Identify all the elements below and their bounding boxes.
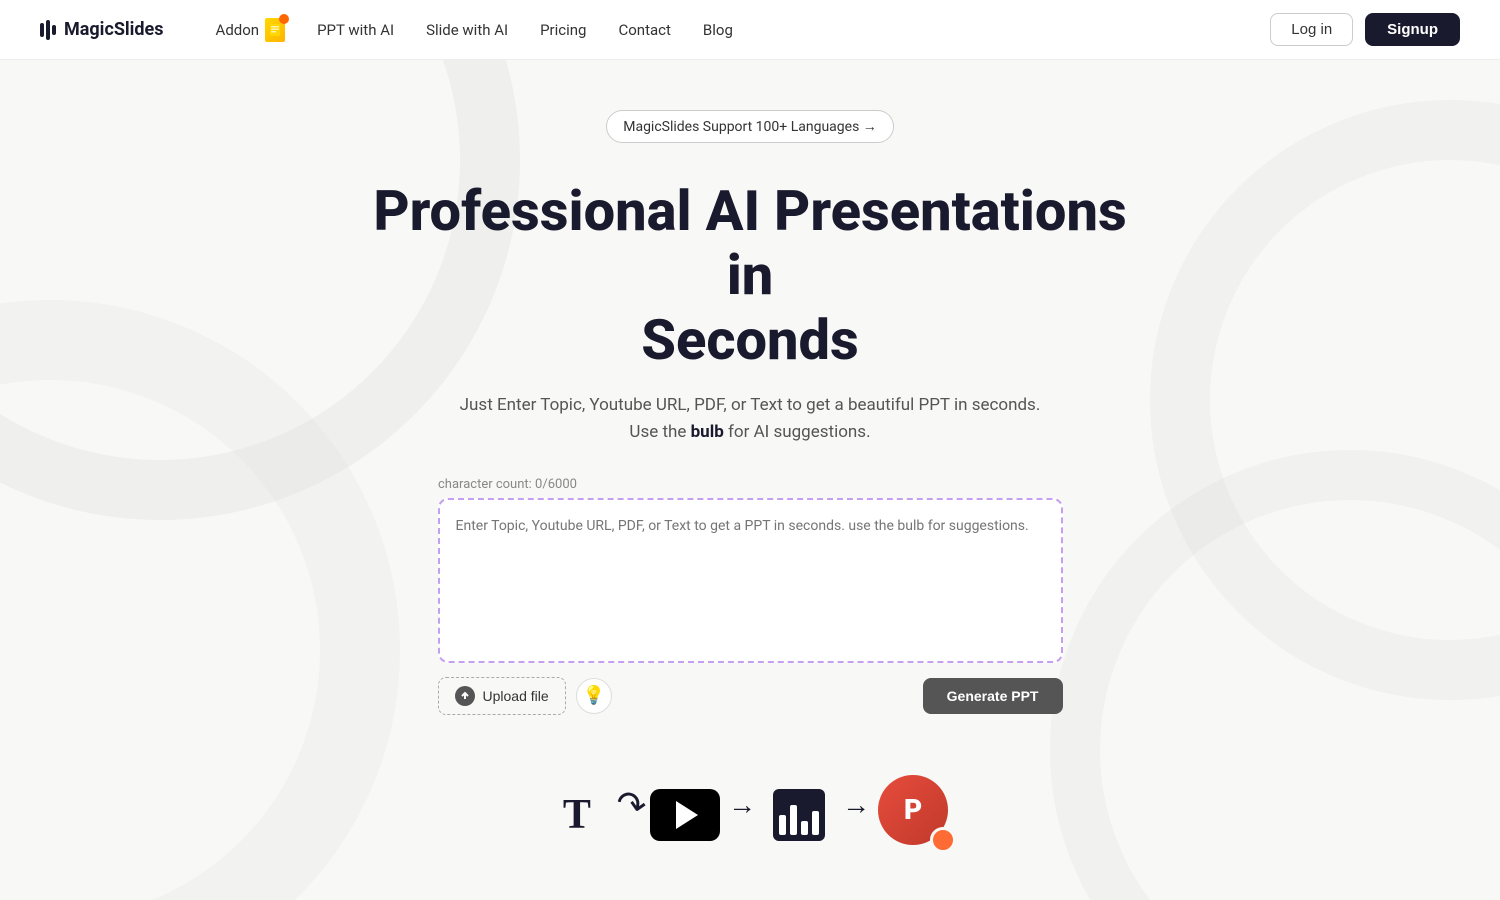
flow-ppt-item: P: [878, 775, 958, 855]
nav-slide-ai[interactable]: Slide with AI: [414, 15, 520, 45]
addon-label: Addon: [216, 21, 260, 39]
nav-blog[interactable]: Blog: [691, 15, 745, 45]
nav-ppt-ai[interactable]: PPT with AI: [305, 15, 406, 45]
text-icon: T: [542, 780, 612, 850]
char-count-label: character count: 0/6000: [438, 477, 577, 492]
topic-input[interactable]: [438, 498, 1063, 663]
slides-bar-4: [812, 811, 819, 835]
ppt-dot: [930, 827, 956, 853]
signup-button[interactable]: Signup: [1365, 13, 1460, 46]
nav-addon[interactable]: Addon: [204, 12, 298, 48]
youtube-icon: [650, 789, 720, 841]
slides-bar-1: [779, 815, 786, 835]
slides-bars-icon: [773, 789, 825, 841]
badge-text: MagicSlides Support 100+ Languages →: [623, 118, 877, 135]
nav-contact[interactable]: Contact: [606, 15, 682, 45]
brand-name: MagicSlides: [64, 19, 164, 40]
play-triangle: [676, 801, 698, 829]
logo-link[interactable]: MagicSlides: [40, 19, 164, 40]
input-toolbar: Upload file 💡 Generate PPT: [438, 677, 1063, 715]
logo-bar-3: [52, 25, 56, 35]
flow-diagram: T ↷ → →: [350, 775, 1150, 855]
doc-icon: [270, 24, 280, 36]
nav-right: Log in Signup: [1270, 13, 1460, 46]
main-content: MagicSlides Support 100+ Languages → Pro…: [0, 60, 1500, 895]
flow-text-item: T: [542, 780, 612, 850]
language-badge[interactable]: MagicSlides Support 100+ Languages →: [606, 110, 894, 143]
addon-icon: [265, 18, 285, 42]
slides-bar-3: [801, 821, 808, 835]
slides-bar-2: [790, 805, 797, 835]
arrow-right-1: →: [728, 791, 756, 819]
logo-bar-1: [40, 23, 44, 37]
input-container: [438, 498, 1063, 667]
nav-pricing[interactable]: Pricing: [528, 15, 598, 45]
hero-title: Professional AI Presentations in Seconds: [360, 179, 1140, 372]
logo-icon: [40, 20, 56, 40]
hero-subtitle: Just Enter Topic, Youtube URL, PDF, or T…: [450, 392, 1050, 446]
nav-links: Addon PPT with AI Slide with AI Pricing: [204, 12, 745, 48]
generate-button[interactable]: Generate PPT: [923, 678, 1063, 714]
upload-icon: [455, 686, 475, 706]
upload-button[interactable]: Upload file: [438, 677, 566, 715]
login-button[interactable]: Log in: [1270, 13, 1353, 46]
curved-arrow-1: ↷: [612, 781, 649, 828]
toolbar-left: Upload file 💡: [438, 677, 612, 715]
arrow-right-2: →: [842, 791, 870, 819]
ppt-icon: P: [878, 775, 958, 855]
logo-bar-2: [46, 20, 50, 40]
bulb-button[interactable]: 💡: [576, 678, 612, 714]
flow-youtube-item: [650, 789, 720, 841]
flow-slides-item: [764, 780, 834, 850]
nav-left: MagicSlides Addon PPT with AI Sli: [40, 12, 745, 48]
navbar: MagicSlides Addon PPT with AI Sli: [0, 0, 1500, 60]
bulb-icon: 💡: [582, 685, 604, 706]
slides-processing-icon: [764, 780, 834, 850]
upload-arrow-icon: [460, 691, 470, 701]
